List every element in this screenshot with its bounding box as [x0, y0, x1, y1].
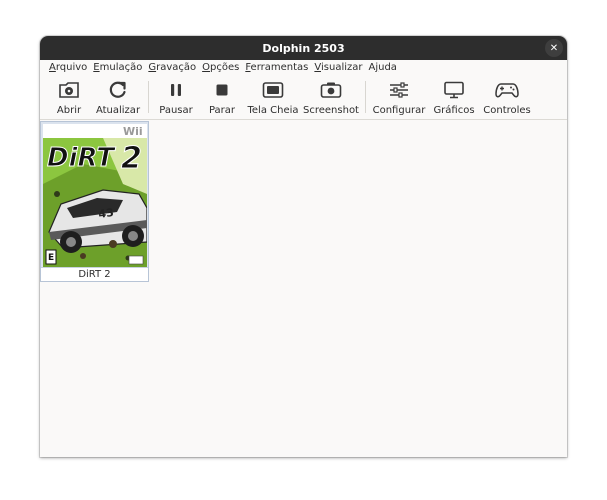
- refresh-label: Atualizar: [95, 105, 141, 116]
- window-title: Dolphin 2503: [262, 41, 345, 55]
- refresh-button[interactable]: Atualizar: [92, 75, 144, 119]
- pause-label: Pausar: [159, 105, 193, 116]
- configure-button[interactable]: Configurar: [370, 75, 428, 119]
- game-list[interactable]: 43 DiRT 2 Wii E DiRT 2: [40, 120, 567, 457]
- open-label: Abrir: [56, 105, 82, 116]
- wii-logo: Wii: [123, 125, 143, 138]
- monitor-icon: [443, 79, 465, 101]
- menu-emulacao[interactable]: Emulação: [90, 62, 145, 73]
- menu-bar: Arquivo Emulação Gravação Opções Ferrame…: [40, 60, 567, 75]
- pause-icon: [168, 79, 184, 101]
- title-bar: Dolphin 2503 ✕: [40, 36, 567, 60]
- stop-label: Parar: [208, 105, 236, 116]
- menu-gravacao[interactable]: Gravação: [145, 62, 199, 73]
- controllers-button[interactable]: Controles: [480, 75, 534, 119]
- menu-opcoes[interactable]: Opções: [199, 62, 242, 73]
- pause-button[interactable]: Pausar: [153, 75, 199, 119]
- game-title: DiRT 2: [41, 267, 148, 281]
- game-cover: 43 DiRT 2 Wii E: [43, 124, 147, 268]
- sliders-icon: [388, 79, 410, 101]
- fullscreen-button[interactable]: Tela Cheia: [245, 75, 301, 119]
- screenshot-label: Screenshot: [303, 105, 359, 116]
- fullscreen-label: Tela Cheia: [247, 105, 299, 116]
- disc-folder-icon: [58, 79, 80, 101]
- fullscreen-icon: [262, 79, 284, 101]
- cover-logo-number: 2: [121, 141, 142, 176]
- menu-ferramentas[interactable]: Ferramentas: [242, 62, 311, 73]
- menu-visualizar[interactable]: Visualizar: [311, 62, 365, 73]
- refresh-icon: [108, 79, 128, 101]
- gamepad-icon: [495, 79, 519, 101]
- main-window: Dolphin 2503 ✕ Arquivo Emulação Gravação…: [40, 36, 567, 457]
- cover-logo-text: DiRT: [47, 143, 116, 173]
- esrb-rating: E: [48, 253, 54, 263]
- screenshot-button[interactable]: Screenshot: [301, 75, 361, 119]
- close-button[interactable]: ✕: [545, 39, 563, 57]
- stop-icon: [214, 79, 230, 101]
- open-button[interactable]: Abrir: [46, 75, 92, 119]
- controllers-label: Controles: [483, 105, 531, 116]
- toolbar-separator: [148, 81, 149, 113]
- menu-arquivo[interactable]: Arquivo: [46, 62, 90, 73]
- configure-label: Configurar: [372, 105, 426, 116]
- close-icon: ✕: [549, 42, 559, 54]
- stop-button[interactable]: Parar: [199, 75, 245, 119]
- toolbar: Abrir Atualizar Pausar Parar Tela Cheia …: [40, 75, 567, 120]
- camera-icon: [320, 79, 342, 101]
- car-number: 43: [98, 206, 115, 221]
- menu-ajuda[interactable]: Ajuda: [366, 62, 400, 73]
- graphics-label: Gráficos: [433, 105, 475, 116]
- game-tile[interactable]: 43 DiRT 2 Wii E DiRT 2: [40, 121, 149, 282]
- graphics-button[interactable]: Gráficos: [428, 75, 480, 119]
- toolbar-separator: [365, 81, 366, 113]
